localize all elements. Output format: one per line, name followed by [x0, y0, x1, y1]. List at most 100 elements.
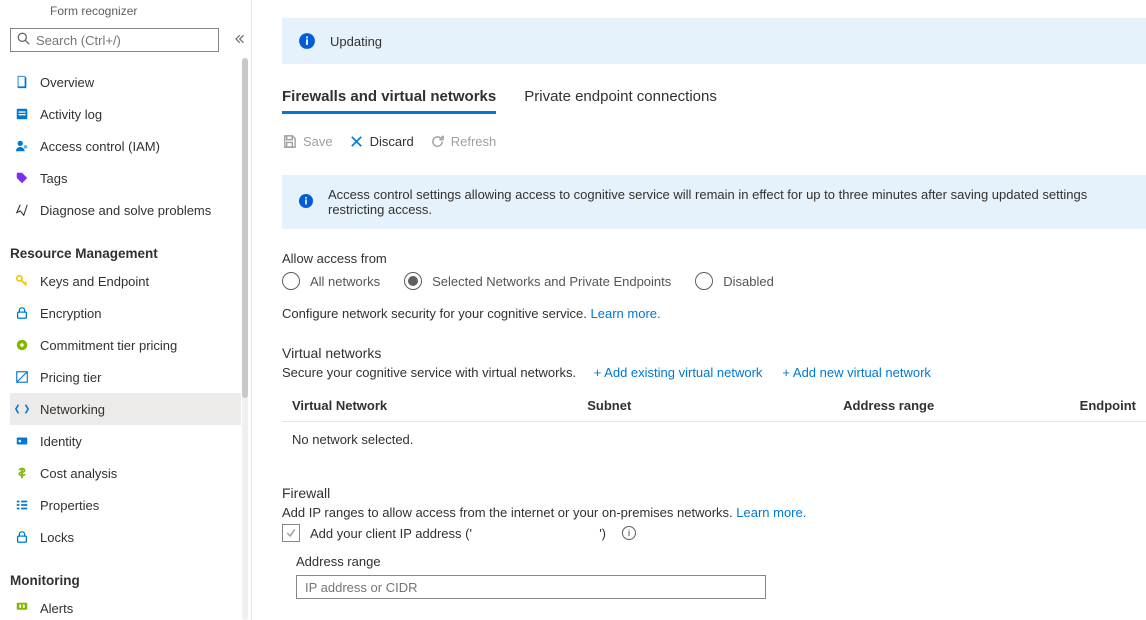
- sidebar-item-label: Locks: [40, 530, 74, 545]
- sidebar-item-access-control[interactable]: Access control (IAM): [10, 130, 241, 162]
- sidebar-item-label: Tags: [40, 171, 67, 186]
- sidebar-item-label: Activity log: [40, 107, 102, 122]
- info-icon[interactable]: i: [622, 526, 636, 540]
- sidebar-item-cost[interactable]: Cost analysis: [10, 457, 241, 489]
- notice-text: Access control settings allowing access …: [328, 187, 1130, 217]
- save-icon: [282, 134, 297, 149]
- close-icon: [349, 134, 364, 149]
- col-address-range: Address range: [833, 388, 1070, 422]
- sidebar-item-label: Identity: [40, 434, 82, 449]
- add-new-vnet-link[interactable]: + Add new virtual network: [782, 365, 931, 380]
- sidebar-item-label: Properties: [40, 498, 99, 513]
- sidebar-item-overview[interactable]: Overview: [10, 66, 241, 98]
- search-input-container[interactable]: [10, 28, 219, 52]
- sidebar-item-label: Alerts: [40, 601, 73, 616]
- table-row: No network selected.: [282, 422, 1146, 458]
- identity-icon: [14, 434, 30, 448]
- activity-log-icon: [14, 107, 30, 121]
- sidebar-item-label: Cost analysis: [40, 466, 117, 481]
- sidebar-item-label: Overview: [40, 75, 94, 90]
- diagnose-icon: [14, 203, 30, 217]
- sidebar-item-tags[interactable]: Tags: [10, 162, 241, 194]
- networking-icon: [14, 402, 30, 416]
- sidebar-item-activity-log[interactable]: Activity log: [10, 98, 241, 130]
- refresh-icon: [430, 134, 445, 149]
- access-control-notice: Access control settings allowing access …: [282, 175, 1146, 229]
- button-label: Save: [303, 134, 333, 149]
- add-existing-vnet-link[interactable]: + Add existing virtual network: [594, 365, 763, 380]
- sidebar-item-alerts[interactable]: Alerts: [10, 592, 241, 620]
- updating-banner: Updating: [282, 18, 1146, 64]
- sidebar-item-label: Pricing tier: [40, 370, 101, 385]
- sidebar-item-properties[interactable]: Properties: [10, 489, 241, 521]
- radio-selected-networks[interactable]: [404, 272, 422, 290]
- col-endpoint: Endpoint: [1070, 388, 1146, 422]
- access-control-icon: [14, 139, 30, 153]
- sidebar-item-label: Keys and Endpoint: [40, 274, 149, 289]
- sidebar-item-networking[interactable]: Networking: [10, 393, 241, 425]
- resource-type-label: Form recognizer: [50, 4, 241, 18]
- sidebar-item-label: Networking: [40, 402, 105, 417]
- alerts-icon: [14, 601, 30, 615]
- button-label: Refresh: [451, 134, 497, 149]
- label-suffix: '): [599, 526, 606, 541]
- overview-icon: [14, 75, 30, 89]
- sidebar-item-encryption[interactable]: Encryption: [10, 297, 241, 329]
- discard-button[interactable]: Discard: [349, 134, 414, 149]
- commitment-icon: [14, 338, 30, 352]
- tab-bar: Firewalls and virtual networks Private e…: [282, 88, 1146, 114]
- address-range-input[interactable]: [296, 575, 766, 599]
- configure-desc: Configure network security for your cogn…: [282, 306, 587, 321]
- client-ip-label: Add your client IP address (' '): [310, 526, 606, 541]
- collapse-sidebar-button[interactable]: [233, 33, 245, 48]
- toolbar: Save Discard Refresh: [282, 134, 1146, 149]
- virtual-networks-title: Virtual networks: [282, 345, 1146, 361]
- refresh-button[interactable]: Refresh: [430, 134, 497, 149]
- pricing-icon: [14, 370, 30, 384]
- col-virtual-network: Virtual Network: [282, 388, 577, 422]
- address-range-label: Address range: [296, 554, 1146, 569]
- sidebar-item-diagnose[interactable]: Diagnose and solve problems: [10, 194, 241, 226]
- sidebar-section-resource-management: Resource Management: [10, 246, 241, 261]
- banner-text: Updating: [330, 34, 382, 49]
- sidebar-scrollbar[interactable]: [242, 58, 248, 620]
- search-icon: [17, 32, 30, 48]
- cost-icon: [14, 466, 30, 480]
- info-icon: [298, 32, 316, 50]
- tab-firewalls[interactable]: Firewalls and virtual networks: [282, 88, 496, 114]
- sidebar-section-monitoring: Monitoring: [10, 573, 241, 588]
- sidebar-item-label: Diagnose and solve problems: [40, 203, 211, 218]
- sidebar-item-pricing[interactable]: Pricing tier: [10, 361, 241, 393]
- label-prefix: Add your client IP address (': [310, 526, 472, 541]
- radio-disabled[interactable]: [695, 272, 713, 290]
- button-label: Discard: [370, 134, 414, 149]
- locks-icon: [14, 530, 30, 544]
- save-button[interactable]: Save: [282, 134, 333, 149]
- sidebar-item-commitment[interactable]: Commitment tier pricing: [10, 329, 241, 361]
- sidebar-item-label: Commitment tier pricing: [40, 338, 177, 353]
- tab-private-endpoint[interactable]: Private endpoint connections: [524, 88, 717, 114]
- search-input[interactable]: [36, 33, 212, 48]
- firewall-title: Firewall: [282, 485, 1146, 501]
- radio-label-selected: Selected Networks and Private Endpoints: [432, 274, 671, 289]
- add-client-ip-checkbox[interactable]: [282, 524, 300, 542]
- allow-access-from-label: Allow access from: [282, 251, 1146, 266]
- table-header-row: Virtual Network Subnet Address range End…: [282, 388, 1146, 422]
- virtual-networks-table: Virtual Network Subnet Address range End…: [282, 388, 1146, 457]
- learn-more-link[interactable]: Learn more.: [591, 306, 661, 321]
- radio-all-networks[interactable]: [282, 272, 300, 290]
- radio-label-all: All networks: [310, 274, 380, 289]
- info-icon: [298, 193, 314, 212]
- tags-icon: [14, 171, 30, 185]
- lock-icon: [14, 306, 30, 320]
- sidebar: Form recognizer Overview Activity l: [0, 0, 252, 620]
- radio-label-disabled: Disabled: [723, 274, 774, 289]
- sidebar-item-locks[interactable]: Locks: [10, 521, 241, 553]
- firewall-learn-more-link[interactable]: Learn more.: [736, 505, 806, 520]
- vnet-desc: Secure your cognitive service with virtu…: [282, 365, 576, 380]
- sidebar-item-keys[interactable]: Keys and Endpoint: [10, 265, 241, 297]
- sidebar-item-label: Access control (IAM): [40, 139, 160, 154]
- properties-icon: [14, 498, 30, 512]
- sidebar-item-identity[interactable]: Identity: [10, 425, 241, 457]
- scrollbar-thumb[interactable]: [242, 58, 248, 398]
